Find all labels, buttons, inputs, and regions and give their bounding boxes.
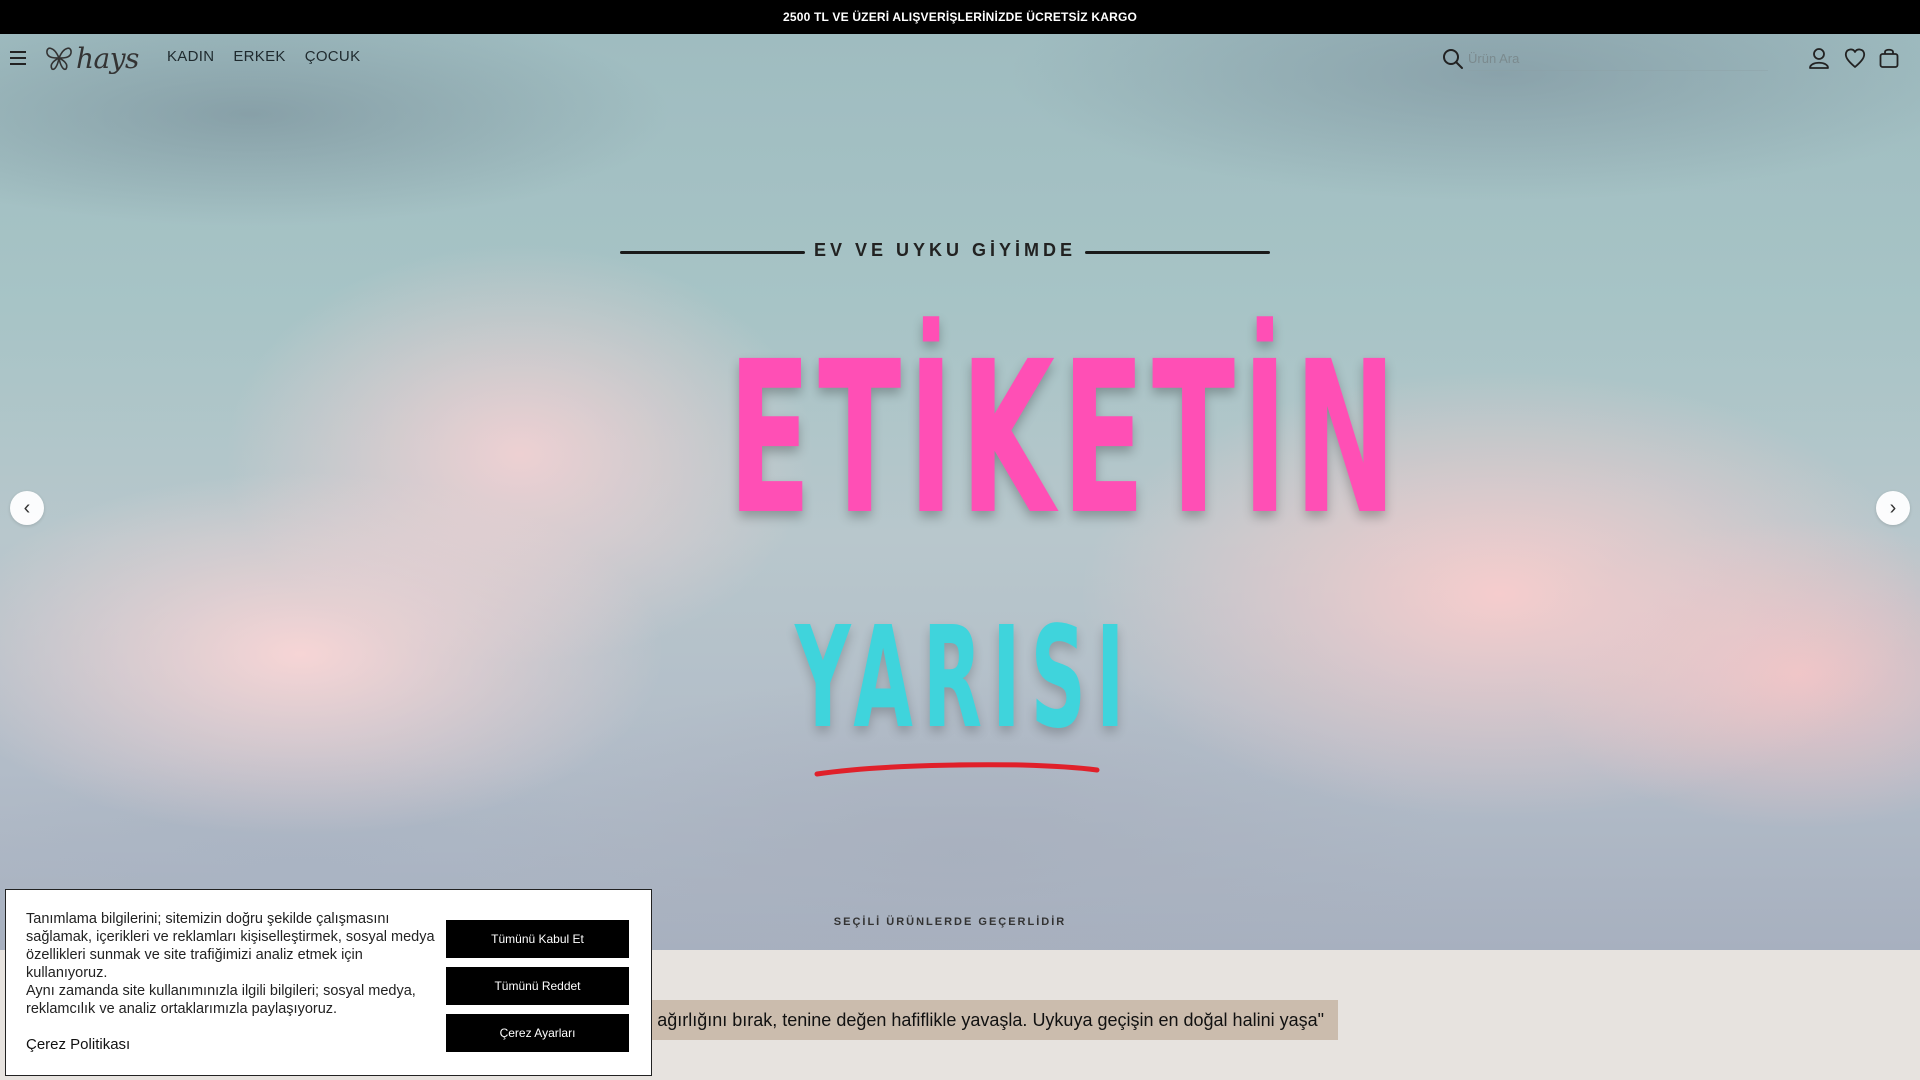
site-logo[interactable]: hays bbox=[44, 41, 139, 75]
chevron-left-icon: ‹ bbox=[23, 496, 31, 519]
subheading-left-line bbox=[620, 251, 805, 254]
accept-all-button[interactable]: Tümünü Kabul Et bbox=[446, 920, 629, 958]
carousel-next-button[interactable]: › bbox=[1876, 491, 1910, 525]
nav-item-cocuk[interactable]: ÇOCUK bbox=[305, 48, 361, 65]
cookie-consent-panel: Tanımlama bilgilerini; sitemizin doğru ş… bbox=[5, 889, 652, 1076]
brush-underline bbox=[814, 762, 1100, 777]
user-icon[interactable] bbox=[1808, 47, 1830, 69]
butterfly-logo-icon bbox=[46, 47, 72, 71]
hero-title-line1: ETİKETİN bbox=[728, 316, 1404, 561]
cookie-text-paragraph-2: Aynı zamanda site kullanımınızla ilgili … bbox=[26, 983, 416, 1017]
hero-disclaimer: SEÇİLİ ÜRÜNLERDE GEÇERLİDİR bbox=[833, 916, 1067, 928]
bag-icon[interactable] bbox=[1878, 47, 1900, 69]
hero-subheading: EV VE UYKU GİYİMDE bbox=[813, 240, 1077, 260]
announcement-bar: 2500 TL VE ÜZERİ ALIŞVERİŞLERİNİZDE ÜCRE… bbox=[0, 0, 1920, 34]
hero-title-line2: YARISI bbox=[795, 597, 1135, 760]
tagline-text: n ağırlığını bırak, tenine değen hafifli… bbox=[642, 1009, 1324, 1030]
cookie-settings-button[interactable]: Çerez Ayarları bbox=[446, 1014, 629, 1052]
cookie-text-paragraph-1: Tanımlama bilgilerini; sitemizin doğru ş… bbox=[26, 911, 435, 981]
search-box bbox=[1442, 46, 1772, 72]
reject-all-button[interactable]: Tümünü Reddet bbox=[446, 967, 629, 1005]
hero-subheading-group: EV VE UYKU GİYİMDE bbox=[620, 240, 1270, 264]
search-icon[interactable] bbox=[1442, 48, 1464, 70]
main-nav: KADIN ERKEK ÇOCUK bbox=[167, 48, 360, 65]
announcement-text: 2500 TL VE ÜZERİ ALIŞVERİŞLERİNİZDE ÜCRE… bbox=[782, 10, 1138, 24]
carousel-prev-button[interactable]: ‹ bbox=[10, 491, 44, 525]
cookie-text: Tanımlama bilgilerini; sitemizin doğru ş… bbox=[26, 910, 436, 1018]
heart-icon[interactable] bbox=[1844, 47, 1866, 69]
nav-item-kadin[interactable]: KADIN bbox=[167, 48, 214, 65]
logo-wordmark: hays bbox=[76, 41, 139, 75]
menu-icon[interactable] bbox=[10, 51, 26, 65]
subheading-right-line bbox=[1085, 251, 1270, 254]
site-header: hays KADIN ERKEK ÇOCUK bbox=[0, 34, 1920, 82]
search-input[interactable] bbox=[1468, 47, 1768, 71]
cookie-policy-link[interactable]: Çerez Politikası bbox=[26, 1036, 130, 1053]
chevron-right-icon: › bbox=[1889, 496, 1897, 519]
tagline-banner: n ağırlığını bırak, tenine değen hafifli… bbox=[620, 1000, 1338, 1040]
nav-item-erkek[interactable]: ERKEK bbox=[233, 48, 285, 65]
hero-banner[interactable]: EV VE UYKU GİYİMDE ETİKETİN YARISI SEÇİL… bbox=[0, 34, 1920, 950]
